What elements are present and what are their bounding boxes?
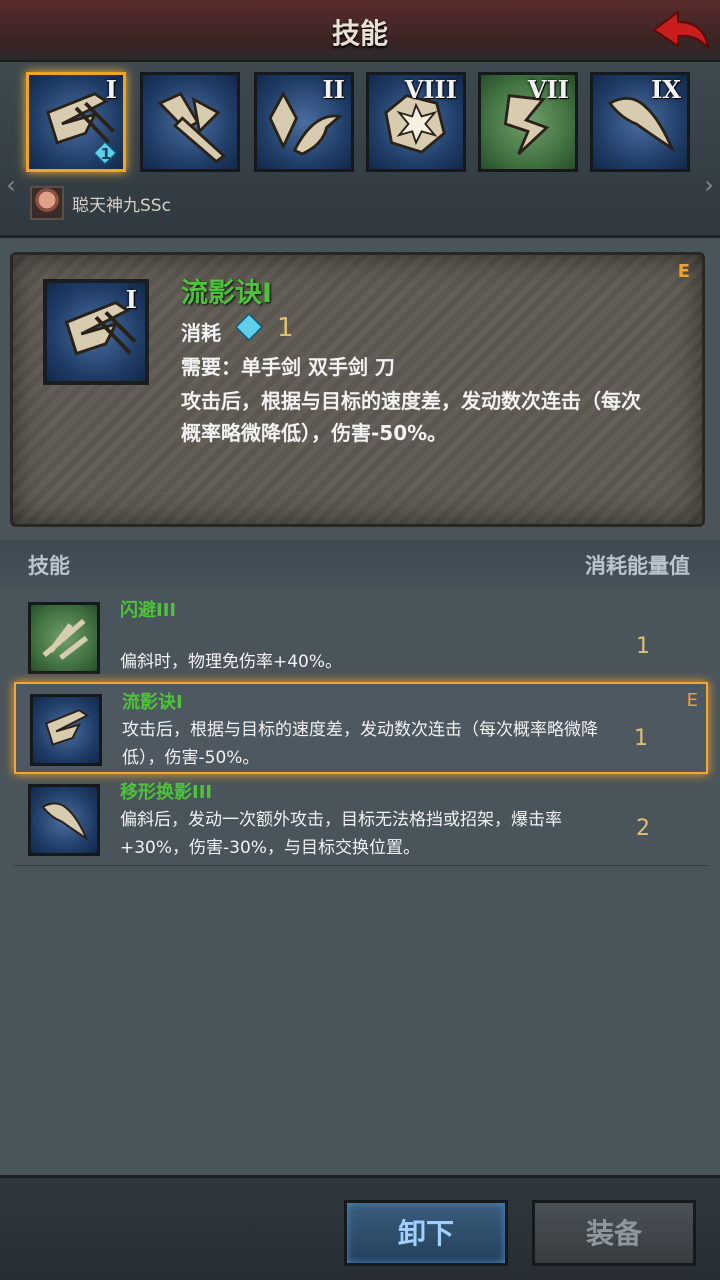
- slot-rank: II: [322, 75, 345, 104]
- detail-skill-name: 流影诀I: [181, 278, 273, 309]
- skill-slot-3[interactable]: II: [254, 72, 354, 172]
- skill-row-liuying[interactable]: 流影诀I 攻击后，根据与目标的速度差，发动数次连击（每次概率略微降低），伤害-5…: [14, 682, 708, 774]
- unequip-button[interactable]: 卸下: [344, 1200, 508, 1266]
- slot-rank: VIII: [404, 75, 457, 104]
- skill-slot-1[interactable]: I 1: [26, 72, 126, 172]
- list-header-skill: 技能: [28, 554, 70, 578]
- character-name: 聪天神九SSc: [72, 195, 171, 216]
- bottom-action-bar: 卸下 装备: [0, 1175, 720, 1280]
- detail-rank: I: [125, 285, 137, 314]
- back-arrow-icon: [652, 10, 710, 52]
- skill-slot-2[interactable]: [140, 72, 240, 172]
- detail-description: 攻击后，根据与目标的速度差，发动数次连击（每次概率略微降低），伤害-50%。: [181, 389, 641, 445]
- skill-detail-panel: I 流影诀I E 消耗 1 需要：单手剑 双手剑 刀 攻击后，根据与目标的速度差…: [10, 252, 705, 527]
- cross-slash-icon: [157, 91, 227, 164]
- row-skill-cost: 2: [636, 816, 650, 841]
- header-bar: 技能: [0, 0, 720, 62]
- blade-icon: [30, 694, 102, 766]
- character-row: 聪天神九SSc: [30, 186, 171, 220]
- row-skill-name: 流影诀I: [122, 692, 183, 713]
- row-skill-name: 闪避III: [120, 600, 177, 621]
- detail-requirement: 需要：单手剑 双手剑 刀: [181, 355, 395, 379]
- list-header-cost: 消耗能量值: [585, 554, 690, 578]
- slot-rank: I: [105, 75, 117, 104]
- row-skill-desc: 偏斜时，物理免伤率+40%。: [120, 652, 343, 672]
- detail-cost-label: 消耗: [181, 321, 221, 345]
- phantom-bird-icon: [28, 784, 100, 856]
- row-skill-desc: 偏斜后，发动一次额外攻击，目标无法格挡或招架，爆击率+30%，伤害-30%，与目…: [120, 810, 562, 858]
- detail-cost-value: 1: [277, 313, 294, 343]
- slot-rank: VII: [527, 75, 569, 104]
- equip-button[interactable]: 装备: [532, 1200, 696, 1266]
- page-title: 技能: [331, 17, 388, 50]
- dodge-icon: [28, 602, 100, 674]
- scroll-right-icon[interactable]: ›: [702, 170, 716, 200]
- row-skill-name: 移形换影III: [120, 782, 213, 803]
- back-button[interactable]: [646, 6, 714, 56]
- row-skill-grade: E: [686, 690, 698, 711]
- slot-rank: IX: [651, 75, 681, 104]
- slot-cost: 1: [100, 145, 111, 163]
- row-skill-cost: 1: [636, 634, 650, 659]
- row-skill-cost: 1: [634, 726, 648, 751]
- scroll-left-icon[interactable]: ‹: [4, 170, 18, 200]
- skill-slot-4[interactable]: VIII: [366, 72, 466, 172]
- skill-slot-5[interactable]: VII: [478, 72, 578, 172]
- gem-icon: [235, 313, 263, 341]
- detail-grade: E: [677, 261, 690, 282]
- skill-list-header: 技能 消耗能量值: [0, 540, 720, 588]
- row-skill-desc: 攻击后，根据与目标的速度差，发动数次连击（每次概率略微降低），伤害-50%。: [122, 720, 598, 768]
- skill-row-dodge[interactable]: 闪避III 偏斜时，物理免伤率+40%。 1: [14, 592, 708, 684]
- skill-slot-6[interactable]: IX: [590, 72, 690, 172]
- skill-row-yixing[interactable]: 移形换影III 偏斜后，发动一次额外攻击，目标无法格挡或招架，爆击率+30%，伤…: [14, 774, 708, 866]
- detail-skill-icon: I: [43, 279, 149, 385]
- avatar: [30, 186, 64, 220]
